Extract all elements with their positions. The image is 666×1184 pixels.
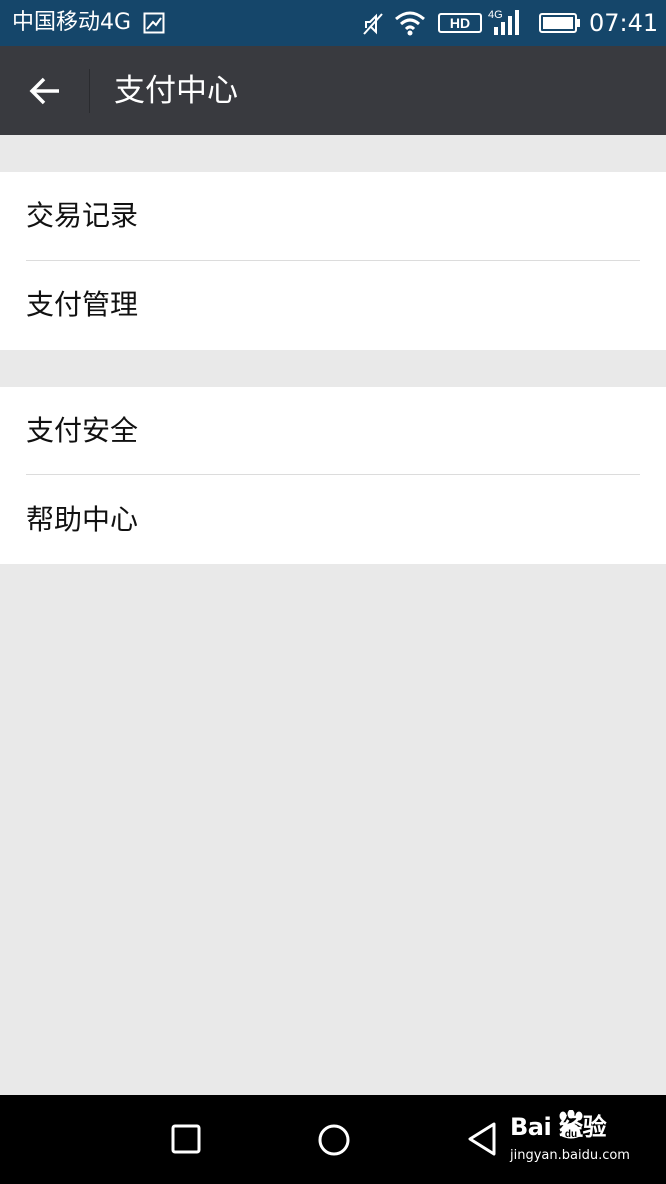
arrow-left-icon: [29, 77, 59, 105]
menu-item-payment-security[interactable]: 支付安全: [0, 387, 666, 475]
status-bar: 中国移动4G HD 4G 07:41: [0, 0, 666, 46]
wifi-icon: [395, 11, 425, 36]
back-button[interactable]: [18, 68, 72, 114]
network-badge: 4G: [488, 9, 503, 21]
watermark-domain: jingyan.baidu.com: [510, 1148, 630, 1163]
gallery-icon: [143, 12, 165, 34]
menu-group-1: 交易记录 支付管理: [0, 172, 666, 350]
home-icon[interactable]: [313, 1119, 355, 1161]
back-triangle-icon[interactable]: [464, 1119, 500, 1159]
mute-icon: [363, 13, 383, 35]
menu-item-label: 交易记录: [26, 199, 139, 232]
system-nav-bar: Bai 经验 du jingyan.baidu.com: [0, 1095, 666, 1184]
menu-item-transaction-records[interactable]: 交易记录: [0, 172, 666, 260]
carrier-label: 中国移动4G: [12, 10, 132, 35]
paw-icon: du: [559, 1110, 583, 1140]
divider: [26, 474, 640, 475]
hd-icon: HD: [438, 13, 482, 33]
menu-item-label: 帮助中心: [26, 503, 139, 536]
battery-icon: [539, 13, 580, 33]
hd-badge: HD: [450, 15, 470, 31]
signal-4g-icon: 4G: [488, 9, 519, 35]
menu-item-label: 支付管理: [26, 288, 139, 321]
svg-text:du: du: [565, 1129, 577, 1140]
menu-group-2: 支付安全 帮助中心: [0, 387, 666, 564]
menu-item-help-center[interactable]: 帮助中心: [0, 476, 666, 564]
clock: 07:41: [589, 9, 659, 37]
recent-apps-icon[interactable]: [166, 1119, 206, 1159]
menu-item-payment-management[interactable]: 支付管理: [0, 261, 666, 349]
toolbar: 支付中心: [0, 46, 666, 135]
toolbar-divider: [89, 69, 90, 113]
baidu-jingyan-watermark: Bai 经验 du jingyan.baidu.com: [510, 1110, 660, 1172]
page-title: 支付中心: [114, 73, 238, 109]
menu-item-label: 支付安全: [26, 414, 139, 447]
